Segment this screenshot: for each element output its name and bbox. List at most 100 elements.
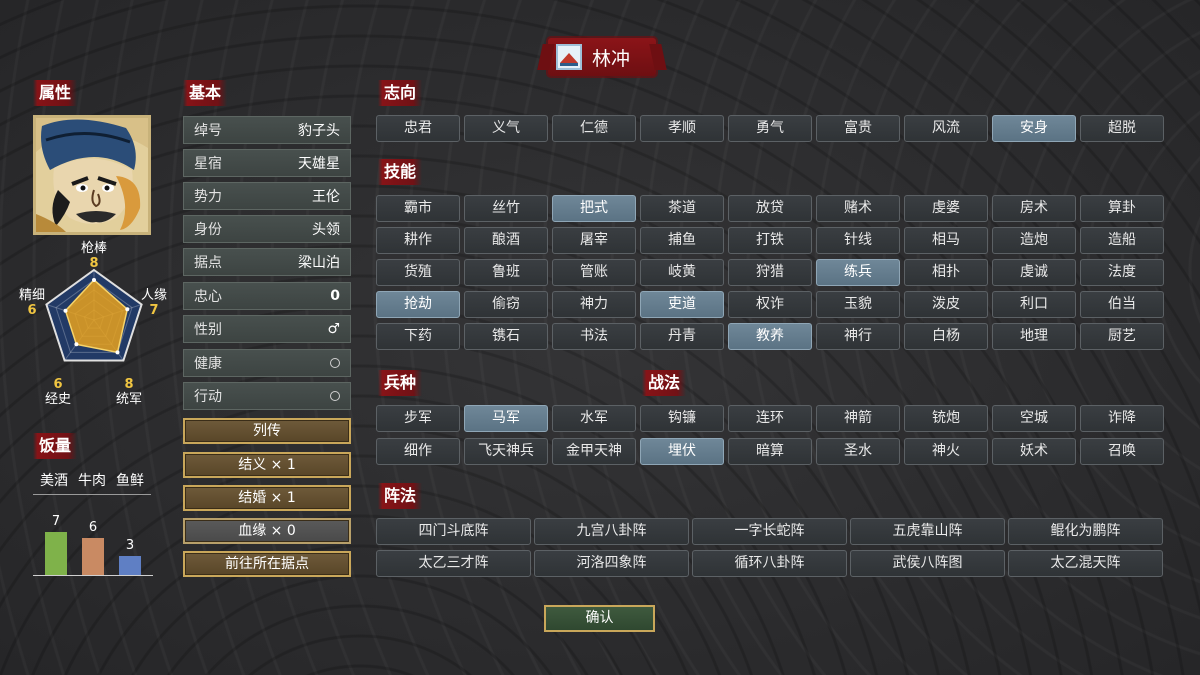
formation-option[interactable]: 四门斗底阵 [376, 518, 531, 545]
basic-row-value: 天雄星 [298, 156, 340, 172]
skill-option[interactable]: 相马 [904, 227, 988, 254]
skill-option[interactable]: 法度 [1080, 259, 1164, 286]
formation-option[interactable]: 武侯八阵图 [850, 550, 1005, 577]
tactic-option[interactable]: 圣水 [816, 438, 900, 465]
formation-option[interactable]: 五虎靠山阵 [850, 518, 1005, 545]
skill-option[interactable]: 屠宰 [552, 227, 636, 254]
skill-option[interactable]: 偷窃 [464, 291, 548, 318]
skill-option[interactable]: 吏道 [640, 291, 724, 318]
tactic-option[interactable]: 暗算 [728, 438, 812, 465]
radar-label-classics: 6 经史 [44, 377, 71, 407]
formation-option[interactable]: 太乙混天阵 [1008, 550, 1163, 577]
formation-option[interactable]: 鲲化为鹏阵 [1008, 518, 1163, 545]
skill-option[interactable]: 茶道 [640, 195, 724, 222]
formation-option[interactable]: 一字长蛇阵 [692, 518, 847, 545]
skill-option[interactable]: 造炮 [992, 227, 1076, 254]
tactic-option[interactable]: 埋伏 [640, 438, 724, 465]
skill-option[interactable]: 玉貌 [816, 291, 900, 318]
tactic-option[interactable]: 神火 [904, 438, 988, 465]
troop-option[interactable]: 飞天神兵 [464, 438, 548, 465]
tactic-option[interactable]: 铳炮 [904, 405, 988, 432]
skill-option[interactable]: 霸市 [376, 195, 460, 222]
ambition-option[interactable]: 忠君 [376, 115, 460, 142]
skill-option[interactable]: 造船 [1080, 227, 1164, 254]
bloodline-button[interactable]: 血缘 × 0 [183, 518, 351, 544]
formation-option[interactable]: 太乙三才阵 [376, 550, 531, 577]
skill-option[interactable]: 利口 [992, 291, 1076, 318]
skill-option[interactable]: 泼皮 [904, 291, 988, 318]
skill-option[interactable]: 打铁 [728, 227, 812, 254]
skill-option[interactable]: 镌石 [464, 323, 548, 350]
skill-option[interactable]: 伯当 [1080, 291, 1164, 318]
ambition-option[interactable]: 富贵 [816, 115, 900, 142]
skill-option[interactable]: 地理 [992, 323, 1076, 350]
ambition-option[interactable]: 风流 [904, 115, 988, 142]
ambition-option[interactable]: 勇气 [728, 115, 812, 142]
tactic-option[interactable]: 妖术 [992, 438, 1076, 465]
troop-option[interactable]: 金甲天神 [552, 438, 636, 465]
basic-row-key: 性别 [194, 322, 222, 338]
skill-option[interactable]: 狩猎 [728, 259, 812, 286]
ambition-option[interactable]: 超脱 [1080, 115, 1164, 142]
marriage-button[interactable]: 结婚 × 1 [183, 485, 351, 511]
skill-option[interactable]: 放贷 [728, 195, 812, 222]
skill-option[interactable]: 针线 [816, 227, 900, 254]
radar-point [74, 342, 79, 347]
troop-option[interactable]: 马军 [464, 405, 548, 432]
skill-option[interactable]: 书法 [552, 323, 636, 350]
skill-option[interactable]: 鲁班 [464, 259, 548, 286]
tactic-option[interactable]: 钩镰 [640, 405, 724, 432]
skill-option[interactable]: 丝竹 [464, 195, 548, 222]
skill-option[interactable]: 神行 [816, 323, 900, 350]
skill-option[interactable]: 虔诚 [992, 259, 1076, 286]
skill-option[interactable]: 酿酒 [464, 227, 548, 254]
skill-option[interactable]: 岐黄 [640, 259, 724, 286]
sworn-brothers-button[interactable]: 结义 × 1 [183, 452, 351, 478]
skill-option[interactable]: 神力 [552, 291, 636, 318]
ambition-option[interactable]: 仁德 [552, 115, 636, 142]
skill-option[interactable]: 丹青 [640, 323, 724, 350]
skill-option[interactable]: 练兵 [816, 259, 900, 286]
confirm-button[interactable]: 确认 [544, 605, 655, 632]
basic-row-key: 星宿 [194, 156, 222, 172]
skill-option[interactable]: 捕鱼 [640, 227, 724, 254]
skill-option[interactable]: 白杨 [904, 323, 988, 350]
troop-option[interactable]: 步军 [376, 405, 460, 432]
tactic-option[interactable]: 空城 [992, 405, 1076, 432]
tactic-option[interactable]: 神箭 [816, 405, 900, 432]
skill-option[interactable]: 赌术 [816, 195, 900, 222]
skill-option[interactable]: 把式 [552, 195, 636, 222]
troop-option[interactable]: 细作 [376, 438, 460, 465]
basic-row: 健康 [183, 349, 351, 377]
ambition-option[interactable]: 义气 [464, 115, 548, 142]
skill-option[interactable]: 相扑 [904, 259, 988, 286]
skill-option[interactable]: 货殖 [376, 259, 460, 286]
skill-option[interactable]: 厨艺 [1080, 323, 1164, 350]
skill-option[interactable]: 耕作 [376, 227, 460, 254]
skill-option[interactable]: 房术 [992, 195, 1076, 222]
tactic-option[interactable]: 诈降 [1080, 405, 1164, 432]
basic-row-key: 据点 [194, 255, 222, 271]
skill-option[interactable]: 算卦 [1080, 195, 1164, 222]
skill-option[interactable]: 权诈 [728, 291, 812, 318]
skill-option[interactable]: 抢劫 [376, 291, 460, 318]
skill-option[interactable]: 虔婆 [904, 195, 988, 222]
goto-base-button[interactable]: 前往所在据点 [183, 551, 351, 577]
basic-row: 势力 王伦 [183, 182, 351, 210]
basic-row: 身份 头领 [183, 215, 351, 243]
section-troops-title: 兵种 [378, 370, 423, 396]
formation-option[interactable]: 循环八卦阵 [692, 550, 847, 577]
biography-button[interactable]: 列传 [183, 418, 351, 444]
skill-option[interactable]: 下药 [376, 323, 460, 350]
food-label-beef: 牛肉 [78, 473, 106, 489]
tactic-option[interactable]: 召唤 [1080, 438, 1164, 465]
skill-option[interactable]: 教养 [728, 323, 812, 350]
ambition-option[interactable]: 孝顺 [640, 115, 724, 142]
formation-option[interactable]: 河洛四象阵 [534, 550, 689, 577]
formation-option[interactable]: 九宫八卦阵 [534, 518, 689, 545]
troop-option[interactable]: 水军 [552, 405, 636, 432]
skill-option[interactable]: 管账 [552, 259, 636, 286]
radar-point [125, 307, 130, 312]
tactic-option[interactable]: 连环 [728, 405, 812, 432]
ambition-option[interactable]: 安身 [992, 115, 1076, 142]
